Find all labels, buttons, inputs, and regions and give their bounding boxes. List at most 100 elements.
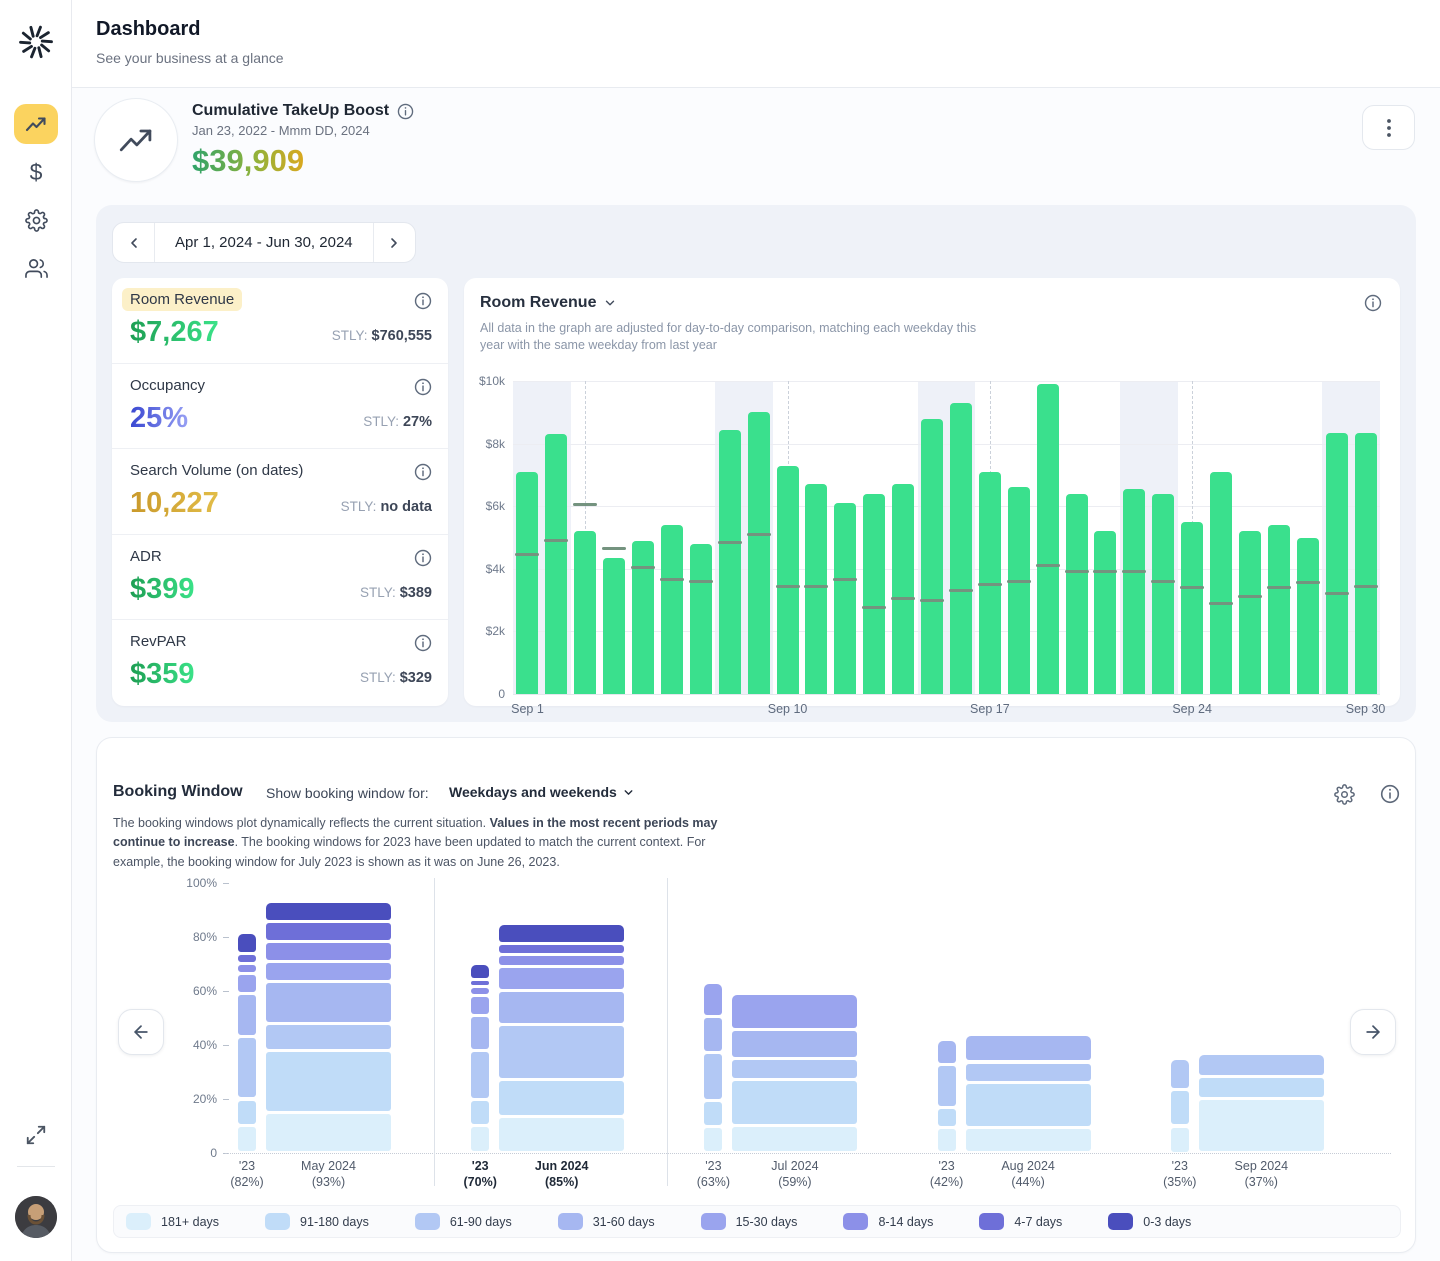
booking-bar-month-segment[interactable] <box>499 956 624 965</box>
sidebar-item-revenue[interactable]: $ <box>14 152 58 192</box>
booking-bar-prior-year-segment[interactable] <box>471 997 489 1013</box>
sidebar-item-analytics[interactable] <box>14 104 58 144</box>
booking-bar-prior-year-segment[interactable] <box>238 965 256 972</box>
booking-bar-prior-year-segment[interactable] <box>938 1041 956 1063</box>
revenue-bar[interactable] <box>892 484 914 694</box>
booking-bar-prior-year-segment[interactable] <box>704 1054 722 1099</box>
booking-bar-month-segment[interactable] <box>266 1052 391 1111</box>
booking-bar-month-segment[interactable] <box>266 923 391 940</box>
booking-bar-month-segment[interactable] <box>499 925 624 942</box>
booking-scroll-right-button[interactable] <box>1350 1009 1396 1055</box>
booking-bar-prior-year-segment[interactable] <box>471 1127 489 1152</box>
booking-bar-prior-year-segment[interactable] <box>238 975 256 992</box>
booking-bar-month-segment[interactable] <box>732 1031 857 1057</box>
booking-bar-prior-year-segment[interactable] <box>938 1109 956 1126</box>
info-icon[interactable] <box>414 378 432 396</box>
revenue-bar[interactable] <box>1297 538 1319 695</box>
booking-bar-month-segment[interactable] <box>732 995 857 1028</box>
booking-bar-prior-year-segment[interactable] <box>1171 1091 1189 1124</box>
revenue-bar[interactable] <box>1268 525 1290 694</box>
booking-bar-prior-year-segment[interactable] <box>238 934 256 952</box>
revenue-bar[interactable] <box>950 403 972 694</box>
sidebar-item-users[interactable] <box>14 248 58 288</box>
booking-bar-month-segment[interactable] <box>266 1114 391 1151</box>
booking-bar-prior-year-segment[interactable] <box>238 995 256 1035</box>
booking-bar-prior-year-segment[interactable] <box>938 1129 956 1152</box>
booking-bar-month-segment[interactable] <box>499 1118 624 1151</box>
date-range-label[interactable]: Apr 1, 2024 - Jun 30, 2024 <box>154 223 374 262</box>
revenue-bar[interactable] <box>1152 494 1174 694</box>
booking-bar-month-segment[interactable] <box>266 903 391 920</box>
revenue-bar[interactable] <box>1094 531 1116 694</box>
booking-bar-month-segment[interactable] <box>1199 1055 1324 1075</box>
booking-bar-prior-year-segment[interactable] <box>704 984 722 1015</box>
booking-bar-month-segment[interactable] <box>266 983 391 1022</box>
booking-bar-month-segment[interactable] <box>499 968 624 989</box>
booking-bar-month-segment[interactable] <box>1199 1100 1324 1151</box>
info-icon[interactable] <box>414 549 432 567</box>
revenue-bar[interactable] <box>805 484 827 694</box>
sidebar-item-settings[interactable] <box>14 200 58 240</box>
info-icon[interactable] <box>414 292 432 310</box>
booking-bar-month-segment[interactable] <box>499 992 624 1022</box>
booking-bar-prior-year-segment[interactable] <box>1171 1128 1189 1152</box>
booking-bar-prior-year-segment[interactable] <box>238 1101 256 1124</box>
booking-bar-month-segment[interactable] <box>732 1081 857 1124</box>
booking-bar-prior-year-segment[interactable] <box>704 1018 722 1050</box>
booking-bar-prior-year-segment[interactable] <box>938 1066 956 1105</box>
booking-bar-prior-year-segment[interactable] <box>471 1052 489 1098</box>
revenue-bar[interactable] <box>719 430 741 694</box>
revenue-bar[interactable] <box>1008 487 1030 694</box>
app-logo-icon[interactable] <box>16 22 56 62</box>
booking-bar-prior-year-segment[interactable] <box>1171 1060 1189 1088</box>
user-avatar[interactable] <box>15 1196 57 1238</box>
info-icon[interactable] <box>1364 294 1382 312</box>
booking-bar-month-segment[interactable] <box>266 1025 391 1049</box>
booking-bar-month-segment[interactable] <box>499 945 624 953</box>
info-icon[interactable] <box>397 103 414 120</box>
previous-period-button[interactable] <box>113 223 154 262</box>
booking-bar-month-segment[interactable] <box>966 1064 1091 1082</box>
revenue-bar[interactable] <box>1181 522 1203 694</box>
booking-bar-prior-year-segment[interactable] <box>238 1038 256 1097</box>
revenue-bar[interactable] <box>748 412 770 694</box>
booking-bar-month-segment[interactable] <box>266 963 391 980</box>
revenue-bar[interactable] <box>921 419 943 694</box>
booking-bar-prior-year-segment[interactable] <box>471 988 489 994</box>
revenue-bar[interactable] <box>777 466 799 694</box>
revenue-bar[interactable] <box>574 531 596 694</box>
booking-bar-month-segment[interactable] <box>499 1081 624 1115</box>
chart-metric-dropdown[interactable]: Room Revenue <box>480 294 617 312</box>
booking-scroll-left-button[interactable] <box>118 1009 164 1055</box>
info-icon[interactable] <box>414 463 432 481</box>
revenue-bar[interactable] <box>516 472 538 694</box>
booking-bar-month-segment[interactable] <box>266 943 391 960</box>
revenue-bar[interactable] <box>1239 531 1261 694</box>
booking-bar-month-segment[interactable] <box>1199 1078 1324 1098</box>
booking-bar-month-segment[interactable] <box>966 1084 1091 1126</box>
booking-bar-prior-year-segment[interactable] <box>238 955 256 962</box>
booking-bar-month-segment[interactable] <box>499 1026 624 1078</box>
revenue-bar[interactable] <box>1037 384 1059 694</box>
booking-bar-month-segment[interactable] <box>966 1036 1091 1061</box>
revenue-bar[interactable] <box>545 434 567 694</box>
booking-bar-prior-year-segment[interactable] <box>238 1127 256 1152</box>
revenue-bar[interactable] <box>1326 433 1348 694</box>
booking-bar-prior-year-segment[interactable] <box>471 1101 489 1124</box>
revenue-bar[interactable] <box>1355 433 1377 694</box>
revenue-bar[interactable] <box>834 503 856 694</box>
expand-icon[interactable] <box>25 1124 47 1146</box>
next-period-button[interactable] <box>374 223 415 262</box>
revenue-bar[interactable] <box>690 544 712 694</box>
booking-bar-prior-year-segment[interactable] <box>471 1017 489 1049</box>
revenue-bar[interactable] <box>661 525 683 694</box>
revenue-bar[interactable] <box>1123 489 1145 694</box>
booking-bar-month-segment[interactable] <box>732 1060 857 1078</box>
booking-bar-prior-year-segment[interactable] <box>704 1128 722 1151</box>
booking-bar-prior-year-segment[interactable] <box>471 981 489 986</box>
booking-bar-month-segment[interactable] <box>732 1127 857 1151</box>
revenue-bar[interactable] <box>863 494 885 694</box>
revenue-bar[interactable] <box>1210 472 1232 694</box>
revenue-bar[interactable] <box>603 558 625 694</box>
booking-bar-prior-year-segment[interactable] <box>471 965 489 977</box>
